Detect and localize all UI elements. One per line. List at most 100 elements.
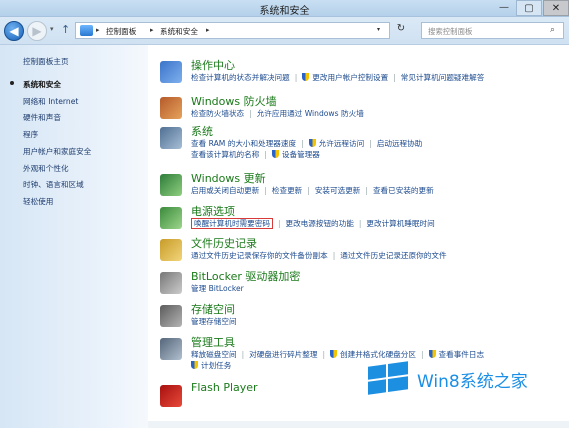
firewall-icon[interactable] (160, 97, 182, 119)
task-link[interactable]: 常见计算机问题疑难解答 (401, 73, 485, 82)
task-link[interactable]: 管理存储空间 (191, 317, 237, 326)
task-link-label[interactable]: 检查防火墙状态 (191, 109, 244, 118)
update-icon[interactable] (160, 174, 182, 196)
task-link[interactable]: 释放磁盘空间 (191, 350, 237, 359)
task-link-label[interactable]: 更改用户帐户控制设置 (312, 73, 388, 82)
maximize-button[interactable]: ▢ (516, 0, 542, 16)
task-link-label[interactable]: 启动远程协助 (377, 139, 423, 148)
refresh-icon[interactable]: ↻ (394, 23, 408, 38)
task-link-label[interactable]: 唤醒计算机时需要密码 (194, 219, 270, 228)
search-icon[interactable]: ⌕ (550, 25, 555, 35)
link-divider: | (358, 219, 362, 228)
sidebar-item-clock-language[interactable]: 时钟、语言和区域 (23, 179, 84, 190)
task-link[interactable]: 管理 BitLocker (191, 284, 244, 293)
task-link[interactable]: 计划任务 (191, 361, 231, 370)
task-link[interactable]: 更改计算机睡眠时间 (366, 219, 434, 228)
task-link[interactable]: 允许应用通过 Windows 防火墙 (257, 109, 364, 118)
category-title[interactable]: 电源选项 (191, 203, 235, 219)
minimize-button[interactable]: — (492, 0, 516, 16)
category-title[interactable]: BitLocker 驱动器加密 (191, 268, 300, 284)
task-link-label[interactable]: 对硬盘进行碎片整理 (249, 350, 317, 359)
search-input[interactable]: 搜索控制面板 ⌕ (421, 22, 564, 39)
link-divider: | (365, 186, 368, 195)
task-link-label[interactable]: 管理 BitLocker (191, 284, 244, 293)
up-arrow-icon[interactable]: ↑ (61, 23, 70, 36)
task-link[interactable]: 更改用户帐户控制设置 (302, 73, 388, 82)
task-link[interactable]: 查看该计算机的名称 (191, 150, 259, 159)
uac-shield-icon (330, 350, 338, 358)
task-link[interactable]: 安装可选更新 (315, 186, 361, 195)
system-icon[interactable] (160, 127, 182, 149)
category-title[interactable]: 存储空间 (191, 301, 235, 317)
category-title[interactable]: 管理工具 (191, 334, 235, 350)
task-link-label[interactable]: 通过文件历史记录还原你的文件 (340, 251, 446, 260)
breadcrumb-separator[interactable]: ▸ (96, 26, 100, 34)
task-link-label[interactable]: 允许远程访问 (319, 139, 365, 148)
task-link-label[interactable]: 释放磁盘空间 (191, 350, 237, 359)
task-link[interactable]: 检查计算机的状态并解决问题 (191, 73, 290, 82)
task-link[interactable]: 通过文件历史记录保存你的文件备份副本 (191, 251, 328, 260)
task-link-label[interactable]: 常见计算机问题疑难解答 (401, 73, 485, 82)
breadcrumb-separator[interactable]: ▸ (150, 26, 154, 34)
task-link[interactable]: 更改电源按钮的功能 (286, 219, 354, 228)
category-title[interactable]: 操作中心 (191, 57, 235, 73)
bitlocker-icon[interactable] (160, 272, 182, 294)
breadcrumb-separator[interactable]: ▸ (206, 26, 210, 34)
category-title[interactable]: Windows 防火墙 (191, 93, 277, 109)
close-button[interactable]: ✕ (543, 0, 569, 16)
sidebar-item-user-accounts[interactable]: 用户帐户和家庭安全 (23, 146, 91, 157)
task-link[interactable]: 唤醒计算机时需要密码 (191, 218, 273, 229)
sidebar-item-system-security: 系统和安全 (23, 80, 61, 89)
task-link[interactable]: 查看 RAM 的大小和处理器速度 (191, 139, 296, 148)
task-link-label[interactable]: 设备管理器 (282, 150, 320, 159)
task-link-label[interactable]: 安装可选更新 (315, 186, 361, 195)
category-title[interactable]: 系统 (191, 123, 213, 139)
task-link[interactable]: 启动远程协助 (377, 139, 423, 148)
category-title[interactable]: Flash Player (191, 381, 258, 394)
chevron-down-icon[interactable]: ▾ (377, 26, 380, 33)
task-link[interactable]: 检查更新 (272, 186, 302, 195)
breadcrumb-control-panel[interactable]: 控制面板 (106, 26, 136, 37)
task-link[interactable]: 启用或关闭自动更新 (191, 186, 259, 195)
task-link-label[interactable]: 更改计算机睡眠时间 (366, 219, 434, 228)
task-link-label[interactable]: 管理存储空间 (191, 317, 237, 326)
sidebar-item-appearance[interactable]: 外观和个性化 (23, 163, 69, 174)
address-bar[interactable]: ▸ 控制面板 ▸ 系统和安全 ▸ ▾ (75, 22, 390, 39)
power-icon[interactable] (160, 207, 182, 229)
sidebar-item-home[interactable]: 控制面板主页 (23, 56, 69, 67)
flag-icon[interactable] (160, 61, 182, 83)
sidebar-item-network[interactable]: 网络和 Internet (23, 96, 78, 107)
flash-icon[interactable] (160, 385, 182, 407)
admin-tools-icon[interactable] (160, 338, 182, 360)
task-link-label[interactable]: 计划任务 (201, 361, 231, 370)
task-link-label[interactable]: 检查计算机的状态并解决问题 (191, 73, 290, 82)
category-title[interactable]: 文件历史记录 (191, 235, 257, 251)
task-link[interactable]: 查看已安装的更新 (373, 186, 434, 195)
task-link-label[interactable]: 允许应用通过 Windows 防火墙 (257, 109, 364, 118)
task-link[interactable]: 通过文件历史记录还原你的文件 (340, 251, 446, 260)
back-button[interactable]: ◀ (4, 21, 24, 41)
sidebar-item-hardware[interactable]: 硬件和声音 (23, 112, 61, 123)
task-link[interactable]: 允许远程访问 (308, 139, 365, 148)
task-links-row: 查看该计算机的名称 | 设备管理器 (191, 149, 320, 160)
breadcrumb-system-security[interactable]: 系统和安全 (160, 26, 198, 37)
forward-button[interactable]: ▶ (27, 21, 47, 41)
storage-icon[interactable] (160, 305, 182, 327)
sidebar-item-ease-of-access[interactable]: 轻松使用 (23, 196, 53, 207)
task-link[interactable]: 设备管理器 (271, 150, 320, 159)
link-divider: | (249, 109, 252, 118)
task-link[interactable]: 对硬盘进行碎片整理 (249, 350, 317, 359)
recent-pages-icon[interactable]: ▾ (50, 25, 54, 33)
task-link-label[interactable]: 检查更新 (272, 186, 302, 195)
task-link-label[interactable]: 启用或关闭自动更新 (191, 186, 259, 195)
task-link-label[interactable]: 通过文件历史记录保存你的文件备份副本 (191, 251, 328, 260)
category-title[interactable]: Windows 更新 (191, 170, 266, 186)
link-divider: | (393, 73, 396, 82)
task-link-label[interactable]: 查看该计算机的名称 (191, 150, 259, 159)
task-link-label[interactable]: 查看已安装的更新 (373, 186, 434, 195)
task-link-label[interactable]: 更改电源按钮的功能 (286, 219, 354, 228)
task-link[interactable]: 检查防火墙状态 (191, 109, 244, 118)
sidebar-item-programs[interactable]: 程序 (23, 129, 38, 140)
file-history-icon[interactable] (160, 239, 182, 261)
task-link-label[interactable]: 查看 RAM 的大小和处理器速度 (191, 139, 296, 148)
